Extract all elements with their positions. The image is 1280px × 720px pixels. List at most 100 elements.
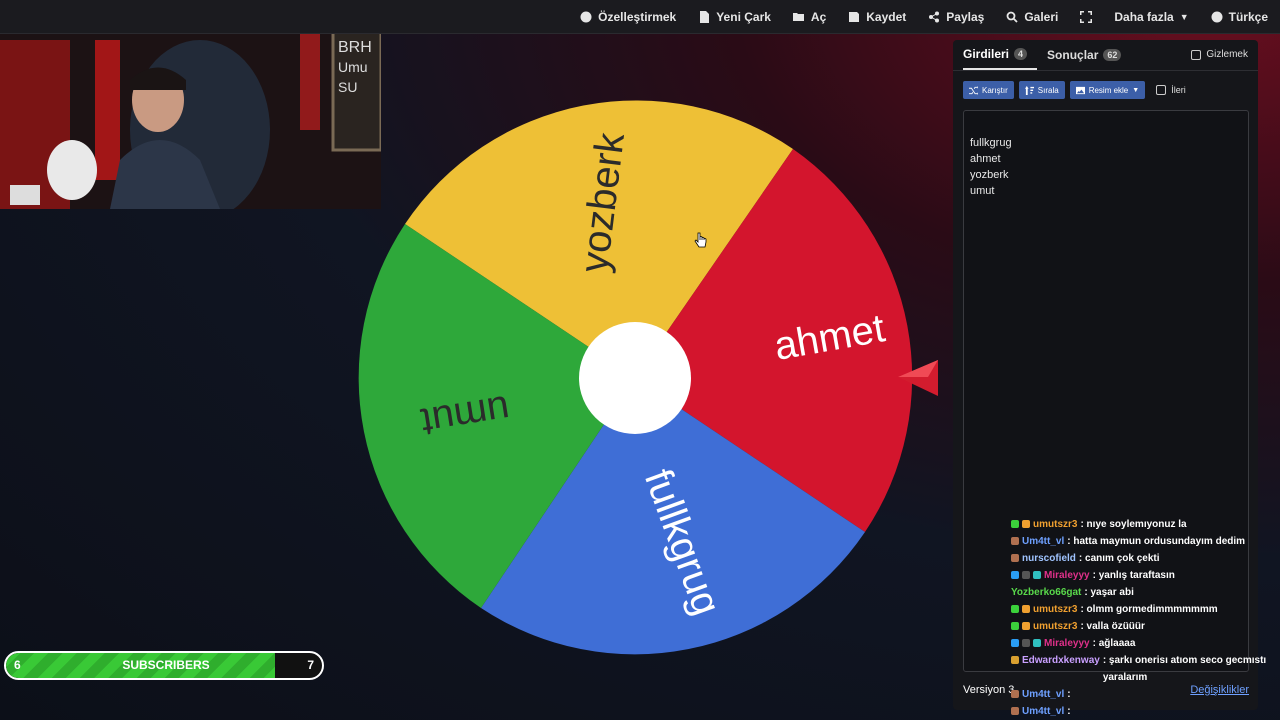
chat-text: : nıye soylemıyonuz la xyxy=(1080,519,1187,530)
file-icon xyxy=(700,10,710,23)
chat-username: Miraleyyy xyxy=(1044,570,1090,581)
hand-cursor-icon xyxy=(694,232,707,248)
hide-checkbox-box[interactable] xyxy=(1191,49,1202,60)
panel-tabs: Girdileri 4 Sonuçlar 62 Gizlemek xyxy=(953,40,1258,70)
gallery-label: Galeri xyxy=(1024,9,1059,24)
save-button[interactable]: Kaydet xyxy=(848,10,906,24)
open-button[interactable]: Aç xyxy=(792,9,827,24)
chat-message: umutszr3: olmm gormedimmmmmmm xyxy=(1011,601,1271,618)
save-label: Kaydet xyxy=(866,9,907,24)
version-text: Versiyon 3 xyxy=(963,684,1015,696)
entries-toolbar: Karıştır Sırala Resim ekle ▼ İleri xyxy=(953,71,1258,99)
chat-badge-icon xyxy=(1022,571,1030,579)
palette-icon xyxy=(580,11,592,22)
wheel-center[interactable] xyxy=(579,322,691,434)
hide-label: Gizlemek xyxy=(1206,49,1248,60)
chat-badge-icon xyxy=(1011,571,1019,579)
chat-badge-icon xyxy=(1033,571,1041,579)
chat-message: Um4tt_vl: xyxy=(1011,686,1271,703)
folder-open-icon xyxy=(792,12,804,21)
results-count-badge: 62 xyxy=(1103,49,1122,61)
chat-username: nurscofield xyxy=(1022,553,1076,564)
chat-username: Um4tt_vl xyxy=(1022,536,1065,547)
chat-text: : hatta maymun ordusundayım dedim xyxy=(1067,536,1246,547)
chat-username: umutszr3 xyxy=(1033,621,1078,632)
chat-text: : canım çok çekti xyxy=(1078,553,1160,564)
language-selector[interactable]: Türkçe xyxy=(1211,10,1268,24)
chat-text: : şarkı onerisı atıom seco gecmıstı yara… xyxy=(1102,655,1267,683)
customize-button[interactable]: Özelleştirmek xyxy=(580,10,676,24)
sort-label: Sırala xyxy=(1037,85,1059,95)
chat-message: Um4tt_vl: hatta maymun ordusundayım dedi… xyxy=(1011,533,1271,550)
tab-entries-label: Girdileri xyxy=(963,47,1010,61)
language-label: Türkçe xyxy=(1228,9,1268,24)
chat-badge-icon xyxy=(1011,605,1019,613)
hide-checkbox[interactable]: Gizlemek xyxy=(1191,49,1248,60)
chat-message: Yozberko66gat: yaşar abi xyxy=(1011,584,1271,601)
sort-button[interactable]: Sırala xyxy=(1018,81,1065,99)
subscriber-label: SUBSCRIBERS xyxy=(122,658,210,672)
more-menu[interactable]: Daha fazla ▼ xyxy=(1114,10,1188,24)
svg-text:SU: SU xyxy=(338,79,357,95)
chat-badge-icon xyxy=(1033,639,1041,647)
chat-message: Miraleyyy: ağlaaaa xyxy=(1011,635,1271,652)
fullscreen-button[interactable] xyxy=(1080,10,1093,23)
share-label: Paylaş xyxy=(946,9,985,24)
chat-message: nurscofield: canım çok çekti xyxy=(1011,550,1271,567)
chat-badge-icon xyxy=(1022,622,1030,630)
top-navbar: Özelleştirmek Yeni Çark Aç Kaydet Paylaş… xyxy=(0,0,1280,34)
tab-results[interactable]: Sonuçlar 62 xyxy=(1047,40,1131,70)
chat-badge-icon xyxy=(1022,520,1030,528)
chat-message: Edwardxkenway: şarkı onerisı atıom seco … xyxy=(1011,652,1271,686)
subscriber-goal-bar: 6 SUBSCRIBERS 7 xyxy=(4,651,324,680)
spin-wheel[interactable]: yozberk ahmet fullkgrug umut xyxy=(355,98,915,658)
chat-username: Um4tt_vl xyxy=(1022,706,1065,717)
chat-text: : yanlış taraftasın xyxy=(1092,570,1175,581)
entry-line: umut xyxy=(970,185,995,197)
chat-badge-icon xyxy=(1011,537,1019,545)
chat-username: umutszr3 xyxy=(1033,519,1078,530)
search-icon xyxy=(1006,11,1018,23)
chat-badge-icon xyxy=(1011,622,1019,630)
svg-text:BRH: BRH xyxy=(338,39,372,56)
open-label: Aç xyxy=(810,9,827,24)
entries-count-badge: 4 xyxy=(1014,48,1028,60)
more-label: Daha fazla xyxy=(1114,9,1174,24)
tab-entries[interactable]: Girdileri 4 xyxy=(963,40,1038,70)
globe-icon xyxy=(1211,11,1223,22)
chat-badge-icon xyxy=(1022,639,1030,647)
floppy-icon xyxy=(849,11,860,22)
add-image-button[interactable]: Resim ekle ▼ xyxy=(1069,81,1146,99)
new-wheel-button[interactable]: Yeni Çark xyxy=(698,10,771,24)
image-icon xyxy=(1075,86,1085,94)
chat-text: : valla özüüür xyxy=(1080,621,1145,632)
chat-badge-icon xyxy=(1011,690,1019,698)
new-wheel-label: Yeni Çark xyxy=(716,9,771,24)
svg-text:Umu: Umu xyxy=(338,59,368,75)
expand-icon xyxy=(1080,10,1093,23)
chat-badge-icon xyxy=(1011,656,1019,664)
chat-username: Edwardxkenway xyxy=(1022,655,1100,666)
shuffle-button[interactable]: Karıştır xyxy=(963,81,1014,99)
chat-username: Yozberko66gat xyxy=(1011,587,1082,598)
chat-badge-icon xyxy=(1011,520,1019,528)
advanced-label: İleri xyxy=(1171,85,1186,95)
caret-down-icon: ▼ xyxy=(1179,11,1189,22)
chat-message: umutszr3: nıye soylemıyonuz la xyxy=(1011,516,1271,533)
chat-username: umutszr3 xyxy=(1033,604,1078,615)
advanced-checkbox[interactable]: İleri xyxy=(1156,85,1186,95)
gallery-button[interactable]: Galeri xyxy=(1006,10,1058,24)
chat-text: : yaşar abi xyxy=(1084,587,1134,598)
share-button[interactable]: Paylaş xyxy=(928,10,984,24)
advanced-checkbox-box[interactable] xyxy=(1156,85,1167,95)
caret-down-icon: ▼ xyxy=(1132,86,1140,94)
chat-username: Um4tt_vl xyxy=(1022,689,1065,700)
chat-message: Um4tt_vl: xyxy=(1011,703,1271,720)
chat-username: Miraleyyy xyxy=(1044,638,1090,649)
wheel-svg[interactable]: yozberk ahmet fullkgrug umut xyxy=(355,98,915,658)
chat-message: umutszr3: valla özüüür xyxy=(1011,618,1271,635)
customize-label: Özelleştirmek xyxy=(598,9,677,24)
tab-results-label: Sonuçlar xyxy=(1047,48,1099,62)
entry-line: fullkgrug xyxy=(970,137,1012,149)
add-image-label: Resim ekle xyxy=(1088,85,1129,95)
